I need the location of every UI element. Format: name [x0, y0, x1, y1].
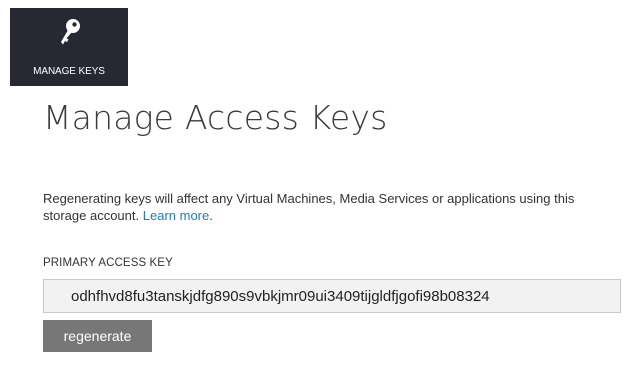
description-suffix: .: [209, 208, 213, 223]
manage-access-keys-page: MANAGE KEYS Manage Access Keys Regenerat…: [0, 0, 631, 376]
learn-more-link[interactable]: Learn more: [143, 208, 209, 223]
primary-access-key-value[interactable]: odhfhvd8fu3tanskjdfg890s9vbkjmr09ui3409t…: [71, 288, 490, 305]
primary-access-key-field[interactable]: odhfhvd8fu3tanskjdfg890s9vbkjmr09ui3409t…: [43, 279, 621, 313]
primary-access-key-label: PRIMARY ACCESS KEY: [43, 257, 173, 269]
regenerate-button[interactable]: regenerate: [43, 320, 152, 352]
description-text: Regenerating keys will affect any Virtua…: [43, 190, 613, 224]
page-title: Manage Access Keys: [43, 98, 388, 137]
key-icon: [61, 19, 80, 45]
description-body: Regenerating keys will affect any Virtua…: [43, 191, 575, 223]
manage-keys-label: MANAGE KEYS: [33, 66, 105, 77]
manage-keys-button[interactable]: MANAGE KEYS: [10, 8, 128, 86]
